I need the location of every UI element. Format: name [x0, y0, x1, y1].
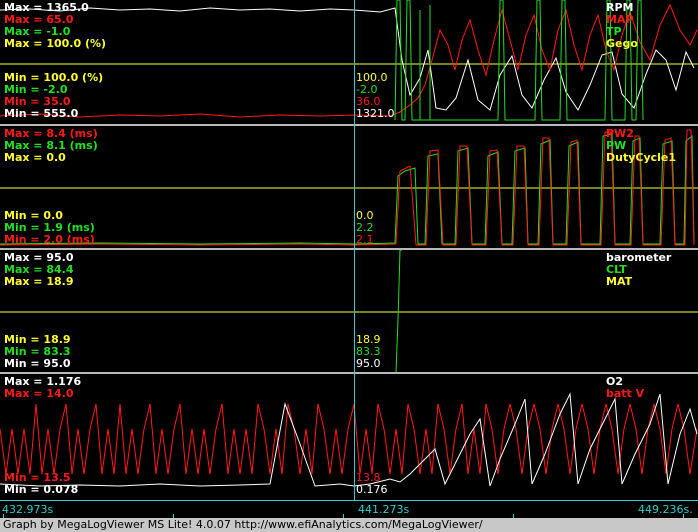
legend-batt-v: batt V — [606, 387, 645, 400]
cursor-value-pw2: 2.1 — [356, 233, 374, 246]
pane-4-min-2: Min = 0.078 — [4, 483, 79, 496]
graph-pane-2[interactable]: Max = 8.4 (ms) Max = 8.1 (ms) Max = 0.0 … — [0, 126, 698, 248]
graph-pane-4[interactable]: Max = 1.176 Max = 14.0 Min = 13.5 Min = … — [0, 374, 698, 500]
pane-4-max-2: Max = 14.0 — [4, 387, 74, 400]
time-axis[interactable]: 432.973s 441.273s 449.236s. — [0, 500, 698, 519]
cursor-value-rpm: 1321.0 — [356, 107, 395, 120]
pane-3-min-labels: Min = 18.9 Min = 83.3 Min = 95.0 — [4, 334, 71, 370]
time-axis-end: 449.236s. — [638, 503, 693, 516]
pane-2-traces — [0, 129, 698, 246]
graph-pane-1[interactable]: Max = 1365.0 Max = 65.0 Max = -1.0 Max =… — [0, 0, 698, 124]
pane-3-cursor-values: 18.9 83.3 95.0 — [356, 334, 381, 370]
pane-2-max-labels: Max = 8.4 (ms) Max = 8.1 (ms) Max = 0.0 — [4, 128, 98, 164]
cursor-value-o2: 0.176 — [356, 483, 388, 496]
pane-1-legend: RPM MAP TP Gego — [606, 2, 638, 50]
time-cursor[interactable] — [354, 0, 355, 500]
pane-1-min-4: Min = 555.0 — [4, 107, 79, 120]
legend-gego: Gego — [606, 37, 638, 50]
time-axis-cursor: 441.273s — [358, 503, 410, 516]
pane-2-max-3: Max = 0.0 — [4, 151, 66, 164]
pane-2-min-labels: Min = 0.0 Min = 1.9 (ms) Min = 2.0 (ms) — [4, 210, 95, 246]
footer-credit: Graph by MegaLogViewer MS Lite! 4.0.07 h… — [0, 518, 698, 532]
pane-4-traces — [0, 392, 698, 487]
pane-3-traces — [0, 250, 698, 372]
pane-1-max-4: Max = 100.0 (%) — [4, 37, 107, 50]
cursor-value-barometer: 95.0 — [356, 357, 381, 370]
graph-pane-3[interactable]: Max = 95.0 Max = 84.4 Max = 18.9 Min = 1… — [0, 250, 698, 372]
pane-1-min-labels: Min = 100.0 (%) Min = -2.0 Min = 35.0 Mi… — [4, 72, 103, 120]
pane-2-cursor-values: 0.0 2.2 2.1 — [356, 210, 374, 246]
legend-dutycycle1: DutyCycle1 — [606, 151, 677, 164]
pane-3-max-labels: Max = 95.0 Max = 84.4 Max = 18.9 — [4, 252, 73, 288]
pane-3-max-3: Max = 18.9 — [4, 275, 74, 288]
time-axis-start: 432.973s — [2, 503, 54, 516]
pane-2-legend: PW2 PW DutyCycle1 — [606, 128, 676, 164]
pane-4-legend: O2 batt V — [606, 376, 644, 400]
pane-1-max-labels: Max = 1365.0 Max = 65.0 Max = -1.0 Max =… — [4, 2, 106, 50]
legend-mat: MAT — [606, 275, 633, 288]
pane-1-cursor-values: 100.0 -2.0 36.0 1321.0 — [356, 72, 395, 120]
pane-3-min-3: Min = 95.0 — [4, 357, 71, 370]
pane-4-max-labels: Max = 1.176 Max = 14.0 — [4, 376, 81, 400]
pane-4-cursor-values: 13.8 0.176 — [356, 472, 388, 496]
pane-4-min-labels: Min = 13.5 Min = 0.078 — [4, 472, 78, 496]
pane-2-min-3: Min = 2.0 (ms) — [4, 233, 95, 246]
pane-3-legend: barometer CLT MAT — [606, 252, 671, 288]
